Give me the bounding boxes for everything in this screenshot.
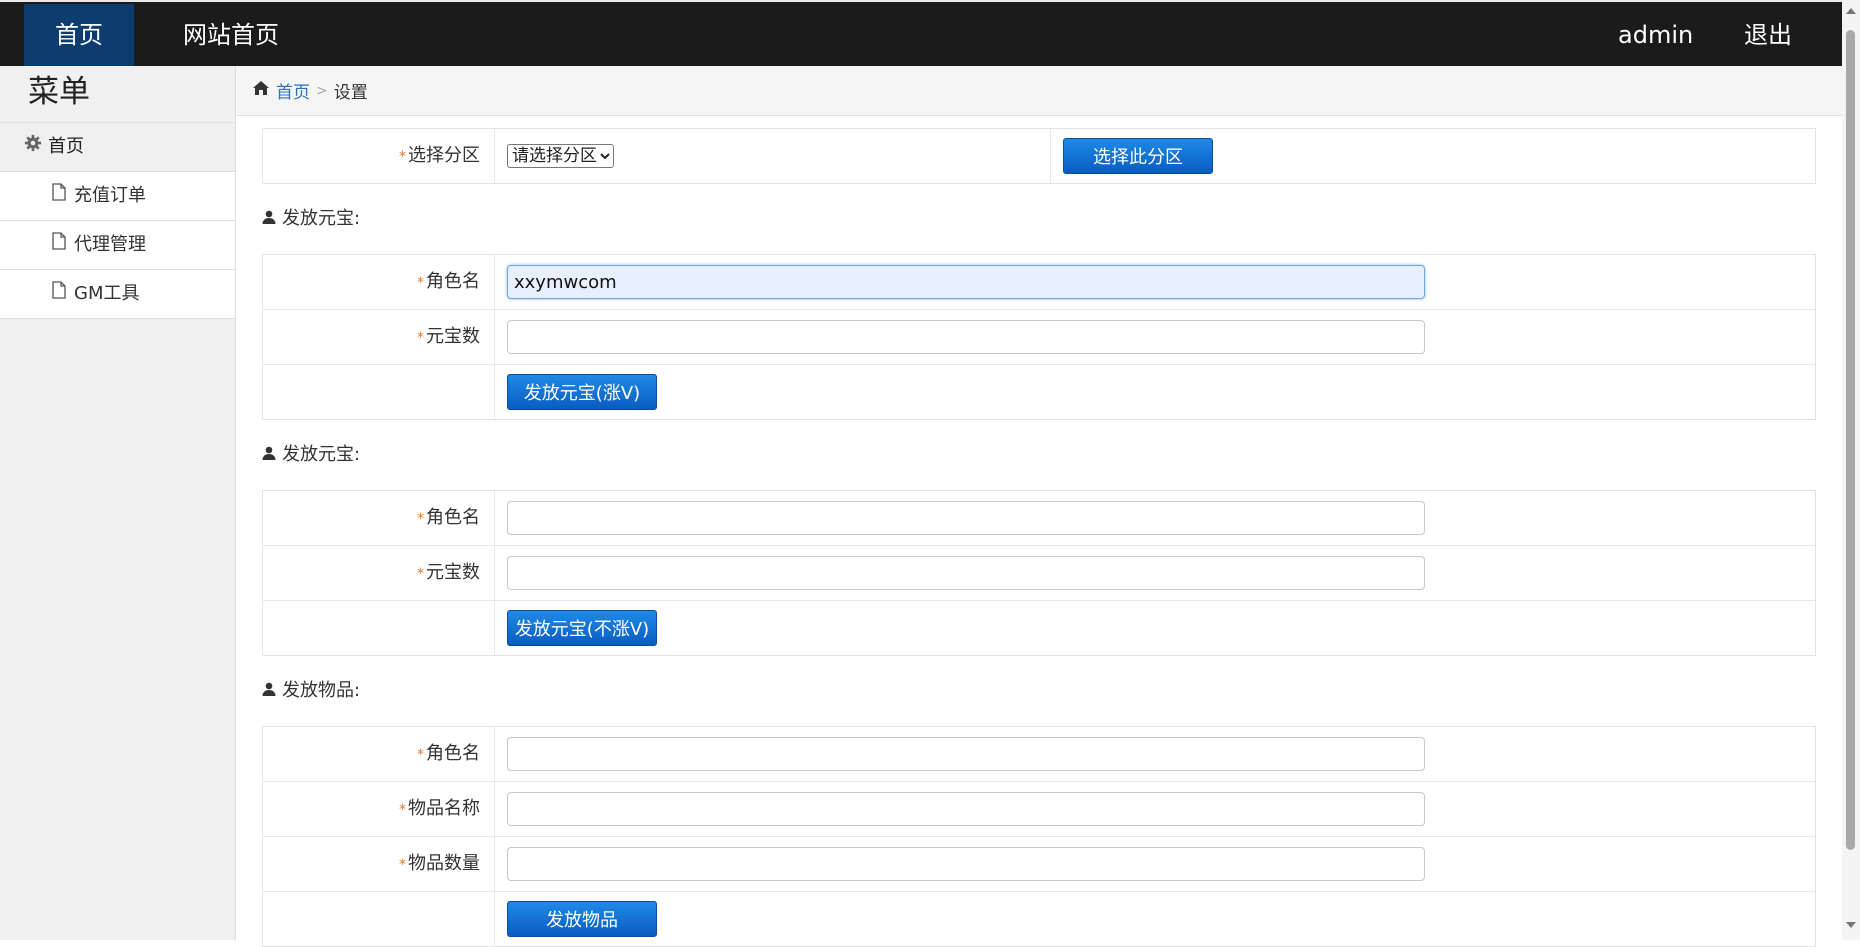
- role-name-input[interactable]: [507, 737, 1425, 771]
- empty-label-cell: [263, 892, 495, 946]
- empty-label-cell: [263, 601, 495, 655]
- ingot-amount-label-text: 元宝数: [426, 326, 480, 347]
- partition-form: * 选择分区 请选择分区 选择此分区: [262, 128, 1816, 184]
- ingot-vip-form: *角色名 *元宝数 发放元宝(涨V): [262, 254, 1816, 420]
- section-title-text: 发放元宝:: [282, 444, 361, 465]
- ingot-amount-label: * 元宝数: [263, 310, 495, 364]
- required-star: *: [399, 149, 406, 165]
- items-form: * 角色名 * 物品名称 * 物品数量 发放物品: [262, 726, 1816, 947]
- required-star: *: [399, 857, 406, 873]
- vertical-scrollbar[interactable]: [1842, 0, 1860, 940]
- user-icon: [262, 656, 276, 726]
- required-star: *: [417, 747, 424, 763]
- role-name-label: * 角色名: [263, 727, 495, 781]
- main-content: *选择分区 请选择分区 选择此分区 发放元宝: *角色名 *元宝数: [262, 116, 1816, 947]
- grant-ingot-vip-button[interactable]: 发放元宝(涨V): [507, 374, 657, 410]
- scroll-down-arrow-icon[interactable]: [1846, 922, 1856, 928]
- required-star: *: [417, 330, 424, 346]
- partition-select[interactable]: 请选择分区: [507, 144, 614, 168]
- sidebar-list: 充值订单 代理管理 GM工具: [0, 171, 235, 319]
- required-star: *: [417, 566, 424, 582]
- role-name-input[interactable]: [507, 501, 1425, 535]
- item-quantity-input[interactable]: [507, 847, 1425, 881]
- breadcrumb: 首页 > 设置: [236, 66, 1842, 116]
- select-partition-button[interactable]: 选择此分区: [1063, 138, 1213, 174]
- item-name-input[interactable]: [507, 792, 1425, 826]
- empty-label-cell: [263, 365, 495, 419]
- section-title-items: 发放物品:: [262, 656, 1816, 726]
- section-title-text: 发放物品:: [282, 680, 361, 701]
- sidebar-item-label: 代理管理: [74, 234, 146, 255]
- role-name-label: * 角色名: [263, 491, 495, 545]
- required-star: *: [417, 511, 424, 527]
- sidebar-item-label: 充值订单: [74, 185, 146, 206]
- home-icon: [252, 80, 270, 101]
- ingot-amount-label-text: 元宝数: [426, 562, 480, 583]
- file-icon: [52, 270, 66, 318]
- sidebar-item-label: 首页: [48, 136, 84, 157]
- sidebar-item-recharge-orders[interactable]: 充值订单: [0, 171, 235, 220]
- scroll-up-arrow-icon[interactable]: [1846, 8, 1856, 14]
- sidebar-item-gm-tools[interactable]: GM工具: [0, 269, 235, 319]
- required-star: *: [399, 802, 406, 818]
- gear-icon: [24, 123, 42, 171]
- sidebar-item-label: GM工具: [74, 283, 140, 304]
- chevron-right-icon: >: [316, 82, 328, 99]
- item-quantity-label: * 物品数量: [263, 837, 495, 891]
- sidebar-item-home[interactable]: 首页: [0, 123, 235, 171]
- section-title-ingot-no-vip: 发放元宝:: [262, 420, 1816, 490]
- item-name-label-text: 物品名称: [408, 798, 480, 819]
- item-name-label: * 物品名称: [263, 782, 495, 836]
- sidebar-title: 菜单: [0, 66, 235, 123]
- user-icon: [262, 184, 276, 254]
- top-navbar: 首页 网站首页 admin 退出: [0, 0, 1842, 66]
- user-icon: [262, 420, 276, 490]
- role-name-label-text: 角色名: [426, 271, 480, 292]
- role-name-label: * 角色名: [263, 255, 495, 309]
- ingot-amount-input[interactable]: [507, 320, 1425, 354]
- scroll-thumb[interactable]: [1846, 30, 1855, 850]
- ingot-no-vip-form: * 角色名 * 元宝数 发放元宝(不涨V): [262, 490, 1816, 656]
- required-star: *: [417, 275, 424, 291]
- role-name-label-text: 角色名: [426, 743, 480, 764]
- grant-items-button[interactable]: 发放物品: [507, 901, 657, 937]
- section-title-ingot-vip: 发放元宝:: [262, 184, 1816, 254]
- file-icon: [52, 172, 66, 220]
- current-user[interactable]: admin: [1618, 2, 1693, 68]
- role-name-input[interactable]: [507, 265, 1425, 299]
- breadcrumb-current: 设置: [333, 83, 368, 103]
- sidebar: 菜单 首页 充值订单 代理管理 GM工具: [0, 66, 236, 940]
- partition-label-text: 选择分区: [408, 145, 480, 166]
- nav-tab-home[interactable]: 首页: [24, 4, 134, 66]
- sidebar-item-agent-management[interactable]: 代理管理: [0, 220, 235, 269]
- grant-ingot-no-vip-button[interactable]: 发放元宝(不涨V): [507, 610, 657, 646]
- section-title-text: 发放元宝:: [282, 208, 361, 229]
- nav-tab-website-home[interactable]: 网站首页: [156, 4, 306, 66]
- item-quantity-label-text: 物品数量: [408, 853, 480, 874]
- breadcrumb-home-link[interactable]: 首页: [276, 78, 310, 103]
- partition-label: * 选择分区: [263, 129, 495, 183]
- file-icon: [52, 221, 66, 269]
- logout-link[interactable]: 退出: [1744, 2, 1792, 68]
- ingot-amount-label: * 元宝数: [263, 546, 495, 600]
- role-name-label-text: 角色名: [426, 507, 480, 528]
- ingot-amount-input[interactable]: [507, 556, 1425, 590]
